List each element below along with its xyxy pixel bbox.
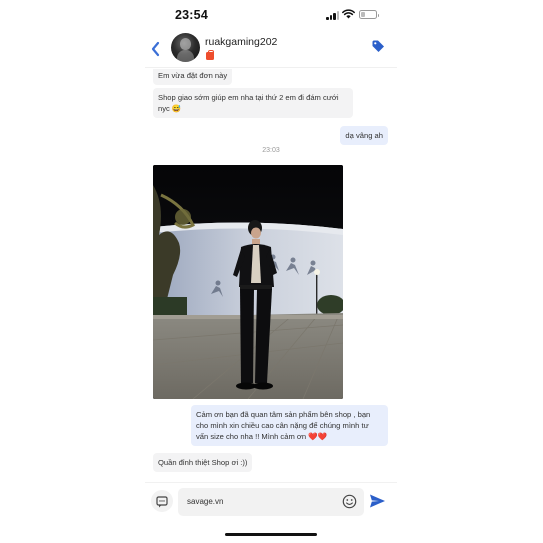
chat-header: ruakgaming202	[145, 30, 397, 68]
status-time: 23:54	[175, 8, 208, 22]
chat-options-icon[interactable]	[151, 490, 173, 512]
cellular-signal-icon	[326, 11, 340, 20]
message-bubble: Quần đỉnh thiệt Shop ơi :))	[153, 453, 253, 472]
battery-level	[361, 12, 366, 17]
message-photo[interactable]	[153, 165, 343, 399]
status-bar: 23:54	[145, 0, 397, 30]
message-bubble: dạ vâng ah	[340, 126, 388, 145]
emoji-icon[interactable]	[342, 494, 357, 509]
message-input-value: savage.vn	[187, 497, 224, 506]
back-button[interactable]	[149, 40, 163, 58]
wifi-icon	[342, 9, 355, 19]
avatar[interactable]	[171, 33, 200, 62]
photo-image	[153, 165, 343, 399]
message-list[interactable]: Em vừa đặt đơn này Shop giao sớm giúp em…	[145, 69, 397, 479]
shop-bag-icon	[206, 50, 214, 60]
message-bubble: Cảm ơn bạn đã quan tâm sản phẩm bên shop…	[191, 405, 388, 446]
phone-screen: 23:54 ruakgaming202 Em vừa đặt đơn này S…	[145, 0, 397, 543]
message-timestamp: 23:03	[262, 147, 280, 154]
send-icon[interactable]	[369, 493, 386, 509]
tag-icon[interactable]	[371, 39, 386, 54]
message-bubble: Shop giao sớm giúp em nha tại thứ 2 em đ…	[153, 88, 353, 118]
message-input[interactable]: savage.vn	[178, 488, 364, 516]
battery-icon	[359, 10, 379, 19]
home-indicator	[225, 533, 317, 536]
message-bubble: Em vừa đặt đơn này	[153, 69, 233, 85]
chat-username[interactable]: ruakgaming202	[205, 36, 277, 48]
input-bar: savage.vn	[145, 482, 397, 522]
